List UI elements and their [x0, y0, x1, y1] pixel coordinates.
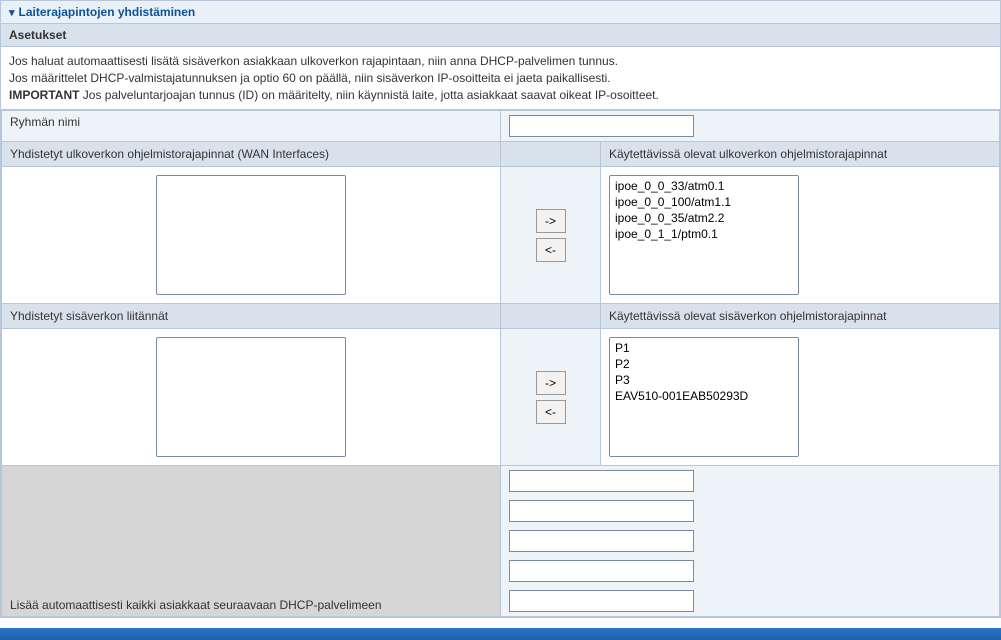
- list-item[interactable]: ipoe_0_1_1/ptm0.1: [612, 226, 796, 242]
- info-text: Jos haluat automaattisesti lisätä sisäve…: [1, 47, 1000, 110]
- dhcp-input-1[interactable]: [509, 470, 694, 492]
- wan-grouped-label: Yhdistetyt ulkoverkon ohjelmistorajapinn…: [2, 142, 501, 167]
- dhcp-input-2[interactable]: [509, 500, 694, 522]
- list-item[interactable]: P2: [612, 356, 796, 372]
- dhcp-input-4[interactable]: [509, 560, 694, 582]
- dhcp-input-5[interactable]: [509, 590, 694, 612]
- page-container: Laiterajapintojen yhdistäminen Asetukset…: [0, 0, 1001, 618]
- lan-available-listbox[interactable]: P1P2P3EAV510-001EAB50293D: [609, 337, 799, 457]
- lan-move-right-button[interactable]: ->: [536, 371, 566, 395]
- list-item[interactable]: ipoe_0_0_33/atm0.1: [612, 178, 796, 194]
- dhcp-input-3[interactable]: [509, 530, 694, 552]
- wan-move-left-button[interactable]: <-: [536, 238, 566, 262]
- list-item[interactable]: EAV510-001EAB50293D: [612, 388, 796, 404]
- list-item[interactable]: ipoe_0_0_35/atm2.2: [612, 210, 796, 226]
- lan-move-left-button[interactable]: <-: [536, 400, 566, 424]
- wan-available-label: Käytettävissä olevat ulkoverkon ohjelmis…: [601, 142, 1000, 167]
- lan-available-label: Käytettävissä olevat sisäverkon ohjelmis…: [601, 304, 1000, 329]
- wan-move-right-button[interactable]: ->: [536, 209, 566, 233]
- list-item[interactable]: ipoe_0_0_100/atm1.1: [612, 194, 796, 210]
- info-line1: Jos haluat automaattisesti lisätä sisäve…: [9, 54, 618, 68]
- info-line2: Jos määrittelet DHCP-valmistajatunnuksen…: [9, 71, 611, 85]
- dhcp-label: Lisää automaattisesti kaikki asiakkaat s…: [2, 466, 501, 617]
- section-title[interactable]: Laiterajapintojen yhdistäminen: [1, 1, 1000, 24]
- footer-bar: [0, 628, 1001, 640]
- settings-label: Asetukset: [1, 24, 1000, 47]
- lan-grouped-label: Yhdistetyt sisäverkon liitännät: [2, 304, 501, 329]
- lan-grouped-listbox[interactable]: [156, 337, 346, 457]
- lan-spacer-header: [501, 304, 601, 329]
- wan-grouped-listbox[interactable]: [156, 175, 346, 295]
- info-important-label: IMPORTANT: [9, 88, 79, 102]
- list-item[interactable]: P3: [612, 372, 796, 388]
- form-table: Ryhmän nimi Yhdistetyt ulkoverkon ohjelm…: [1, 110, 1000, 617]
- group-name-label: Ryhmän nimi: [2, 111, 501, 142]
- wan-spacer-header: [501, 142, 601, 167]
- list-item[interactable]: P1: [612, 340, 796, 356]
- info-line3: Jos palveluntarjoajan tunnus (ID) on mää…: [79, 88, 658, 102]
- group-name-input[interactable]: [509, 115, 694, 137]
- wan-available-listbox[interactable]: ipoe_0_0_33/atm0.1ipoe_0_0_100/atm1.1ipo…: [609, 175, 799, 295]
